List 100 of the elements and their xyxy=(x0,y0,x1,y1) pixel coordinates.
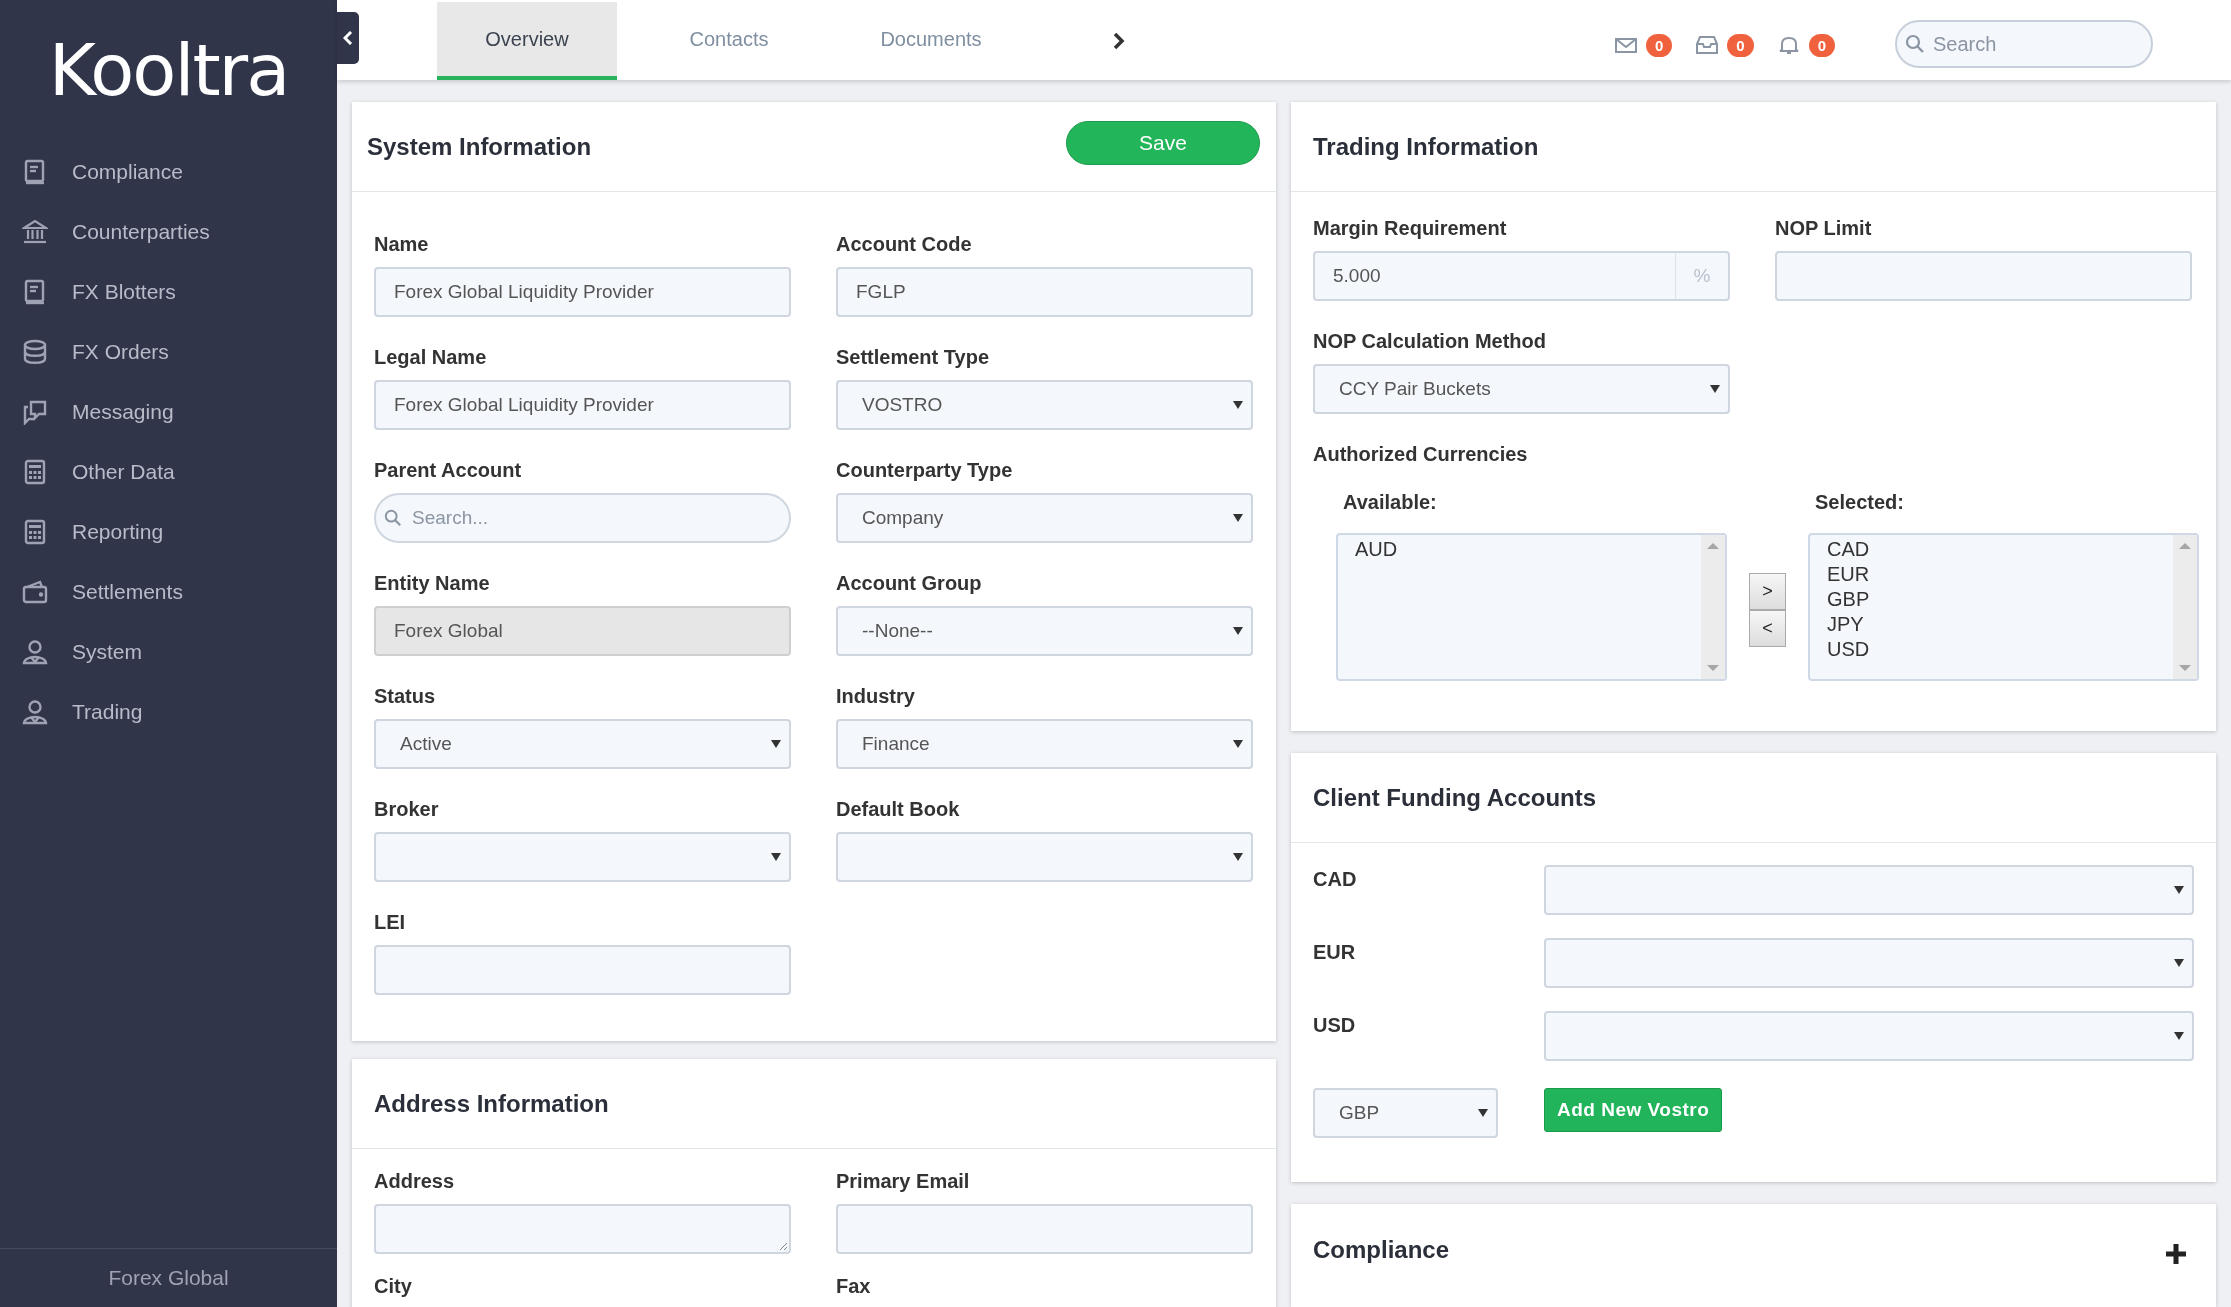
scrollbar[interactable] xyxy=(2173,535,2197,679)
caret-icon xyxy=(1710,385,1720,393)
logo: Kooltra xyxy=(48,30,289,110)
text-area[interactable] xyxy=(374,1204,791,1254)
sidebar-item[interactable]: Counterparties xyxy=(0,202,337,262)
calculator-icon xyxy=(22,519,48,545)
sidebar-item[interactable]: Settlements xyxy=(0,562,337,622)
list-option[interactable]: AUD xyxy=(1355,537,1701,562)
notification-count: 0 xyxy=(1645,33,1673,57)
sidebar-item[interactable]: FX Orders xyxy=(0,322,337,382)
caret-icon xyxy=(771,853,781,861)
text-field[interactable] xyxy=(1775,251,2192,301)
chevron-left-icon xyxy=(343,31,353,45)
field-label: Name xyxy=(374,232,430,256)
text-field[interactable] xyxy=(374,945,791,995)
select-field[interactable] xyxy=(1544,1011,2194,1061)
select-field[interactable] xyxy=(1544,938,2194,988)
list-label: Selected: xyxy=(1814,490,1905,514)
field-label: Margin Requirement xyxy=(1313,216,1508,240)
scrollbar[interactable] xyxy=(1701,535,1725,679)
user-icon xyxy=(22,639,48,665)
list-option[interactable]: GBP xyxy=(1827,587,2173,612)
list-option[interactable]: EUR xyxy=(1827,562,2173,587)
select-field[interactable]: Finance xyxy=(836,719,1253,769)
caret-icon xyxy=(1233,627,1243,635)
card-title: Compliance xyxy=(1313,1236,1450,1264)
search-field[interactable]: Search... xyxy=(374,493,791,543)
caret-icon xyxy=(2174,886,2184,894)
user-icon xyxy=(22,699,48,725)
search-icon xyxy=(1905,34,1925,54)
sidebar-item[interactable]: Compliance xyxy=(0,142,337,202)
sidebar-item[interactable]: Other Data xyxy=(0,442,337,502)
select-field[interactable] xyxy=(1544,865,2194,915)
select-field[interactable]: GBP xyxy=(1313,1088,1498,1138)
number-field[interactable]: 5.000 % xyxy=(1313,251,1730,301)
field-label: Authorized Currencies xyxy=(1313,442,1529,466)
tab[interactable]: Overview xyxy=(437,2,617,80)
caret-icon xyxy=(1233,401,1243,409)
sidebar-item[interactable]: FX Blotters xyxy=(0,262,337,322)
field-label: Settlement Type xyxy=(836,345,990,369)
readonly-field: Forex Global xyxy=(374,606,791,656)
collapse-button[interactable] xyxy=(337,12,359,64)
field-label: Entity Name xyxy=(374,571,491,595)
card-title: System Information xyxy=(367,132,592,161)
field-label: Broker xyxy=(374,797,440,821)
currency-label: CAD xyxy=(1313,867,1358,891)
select-field[interactable]: --None-- xyxy=(836,606,1253,656)
calculator-icon xyxy=(22,459,48,485)
sidebar-item[interactable]: Trading xyxy=(0,682,337,742)
sidebar-item[interactable]: Reporting xyxy=(0,502,337,562)
caret-icon xyxy=(1233,853,1243,861)
bell-icon[interactable] xyxy=(1777,35,1800,55)
field-label: Industry xyxy=(836,684,916,708)
currency-label: EUR xyxy=(1313,940,1357,964)
account-name: Forex Global xyxy=(0,1248,337,1307)
mail-icon[interactable] xyxy=(1614,35,1637,55)
field-label: City xyxy=(374,1274,413,1298)
caret-icon xyxy=(1233,740,1243,748)
chevron-right-icon[interactable] xyxy=(1113,32,1125,50)
list-option[interactable]: JPY xyxy=(1827,612,2173,637)
notification-count: 0 xyxy=(1727,33,1754,57)
field-label: Legal Name xyxy=(374,345,488,369)
sidebar-item[interactable]: System xyxy=(0,622,337,682)
caret-icon xyxy=(1233,514,1243,522)
field-label: Primary Email xyxy=(836,1169,971,1193)
select-field[interactable]: Company xyxy=(836,493,1253,543)
text-field[interactable] xyxy=(836,1204,1253,1254)
notification-count: 0 xyxy=(1808,33,1835,57)
text-field[interactable]: Forex Global Liquidity Provider xyxy=(374,267,791,317)
resize-handle-icon[interactable] xyxy=(779,1242,787,1250)
move-button[interactable]: > xyxy=(1749,573,1786,610)
list-option[interactable]: CAD xyxy=(1827,537,2173,562)
search-field[interactable]: Search xyxy=(1895,20,2153,68)
bank-icon xyxy=(22,219,48,245)
search-icon xyxy=(384,509,402,527)
database-icon xyxy=(22,339,48,365)
sidebar-item[interactable]: Messaging xyxy=(0,382,337,442)
move-button[interactable]: < xyxy=(1749,610,1786,647)
field-label: Counterparty Type xyxy=(836,458,1014,482)
currency-label: USD xyxy=(1313,1013,1357,1037)
list-option[interactable]: USD xyxy=(1827,637,2173,662)
select-field[interactable]: Active xyxy=(374,719,791,769)
text-field[interactable]: FGLP xyxy=(836,267,1253,317)
field-label: Account Group xyxy=(836,571,983,595)
expand-icon[interactable] xyxy=(2166,1244,2186,1264)
caret-icon xyxy=(2174,959,2184,967)
select-field[interactable] xyxy=(836,832,1253,882)
select-field[interactable] xyxy=(374,832,791,882)
field-label: Fax xyxy=(836,1274,872,1298)
field-label: Address xyxy=(374,1169,456,1193)
select-field[interactable]: VOSTRO xyxy=(836,380,1253,430)
inbox-icon[interactable] xyxy=(1696,35,1719,55)
chat-icon xyxy=(22,399,48,425)
select-field[interactable]: CCY Pair Buckets xyxy=(1313,364,1730,414)
field-label: LEI xyxy=(374,910,407,934)
field-label: NOP Calculation Method xyxy=(1313,329,1547,353)
card-title: Address Information xyxy=(374,1089,609,1118)
field-label: NOP Limit xyxy=(1775,216,1873,240)
text-field[interactable]: Forex Global Liquidity Provider xyxy=(374,380,791,430)
field-label: Account Code xyxy=(836,232,973,256)
